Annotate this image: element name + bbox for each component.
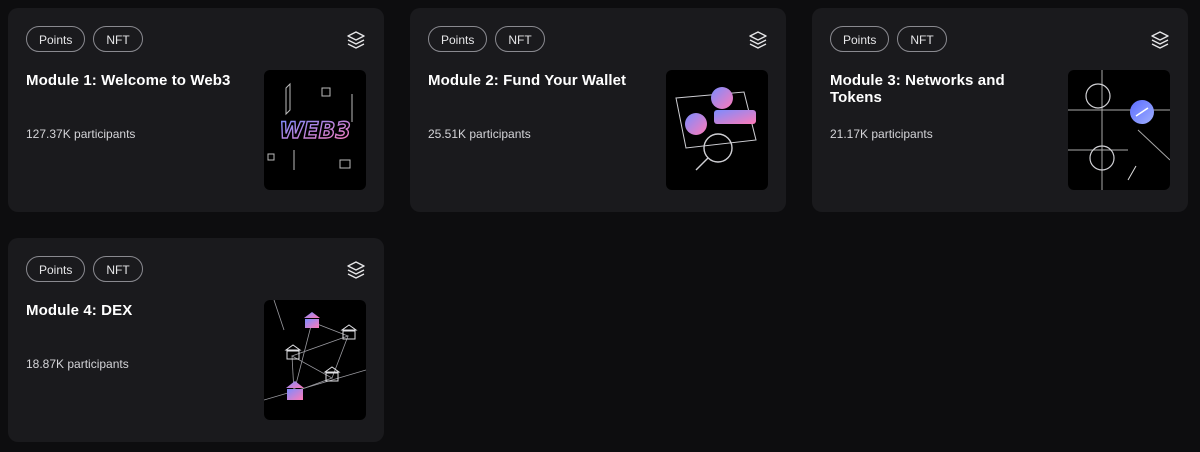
nft-tag: NFT — [897, 26, 947, 52]
nft-tag: NFT — [93, 256, 143, 282]
participants-count: 25.51K participants — [428, 127, 531, 141]
nft-tag: NFT — [93, 26, 143, 52]
web3-graphic-text: WEB3 — [279, 119, 350, 144]
layers-icon — [749, 31, 767, 49]
module-thumbnail — [264, 300, 366, 420]
layers-icon — [347, 261, 365, 279]
layers-icon — [1151, 31, 1169, 49]
tag-list: Points NFT — [428, 26, 545, 52]
layers-icon — [347, 31, 365, 49]
module-card-4[interactable]: Points NFT Module 4: DEX 18.87K particip… — [8, 238, 384, 442]
participants-count: 127.37K participants — [26, 127, 136, 141]
points-tag: Points — [26, 256, 86, 282]
points-tag: Points — [830, 26, 890, 52]
module-thumbnail — [666, 70, 768, 190]
tag-list: Points NFT — [26, 256, 143, 282]
module-card-2[interactable]: Points NFT Module 2: Fund Your Wallet 25… — [410, 8, 786, 212]
participants-count: 18.87K participants — [26, 357, 129, 371]
module-card-1[interactable]: Points NFT Module 1: Welcome to Web3 127… — [8, 8, 384, 212]
module-thumbnail: WEB3 — [264, 70, 366, 190]
tag-list: Points NFT — [830, 26, 947, 52]
points-tag: Points — [26, 26, 86, 52]
module-title: Module 1: Welcome to Web3 — [26, 72, 231, 89]
module-title: Module 3: Networks and Tokens — [830, 72, 1005, 106]
nft-tag: NFT — [495, 26, 545, 52]
module-title: Module 4: DEX — [26, 302, 133, 319]
points-tag: Points — [428, 26, 488, 52]
modules-grid: Points NFT Module 1: Welcome to Web3 127… — [0, 0, 1200, 452]
module-card-3[interactable]: Points NFT Module 3: Networks and Tokens… — [812, 8, 1188, 212]
module-thumbnail — [1068, 70, 1170, 190]
module-title: Module 2: Fund Your Wallet — [428, 72, 627, 89]
tag-list: Points NFT — [26, 26, 143, 52]
participants-count: 21.17K participants — [830, 127, 933, 141]
